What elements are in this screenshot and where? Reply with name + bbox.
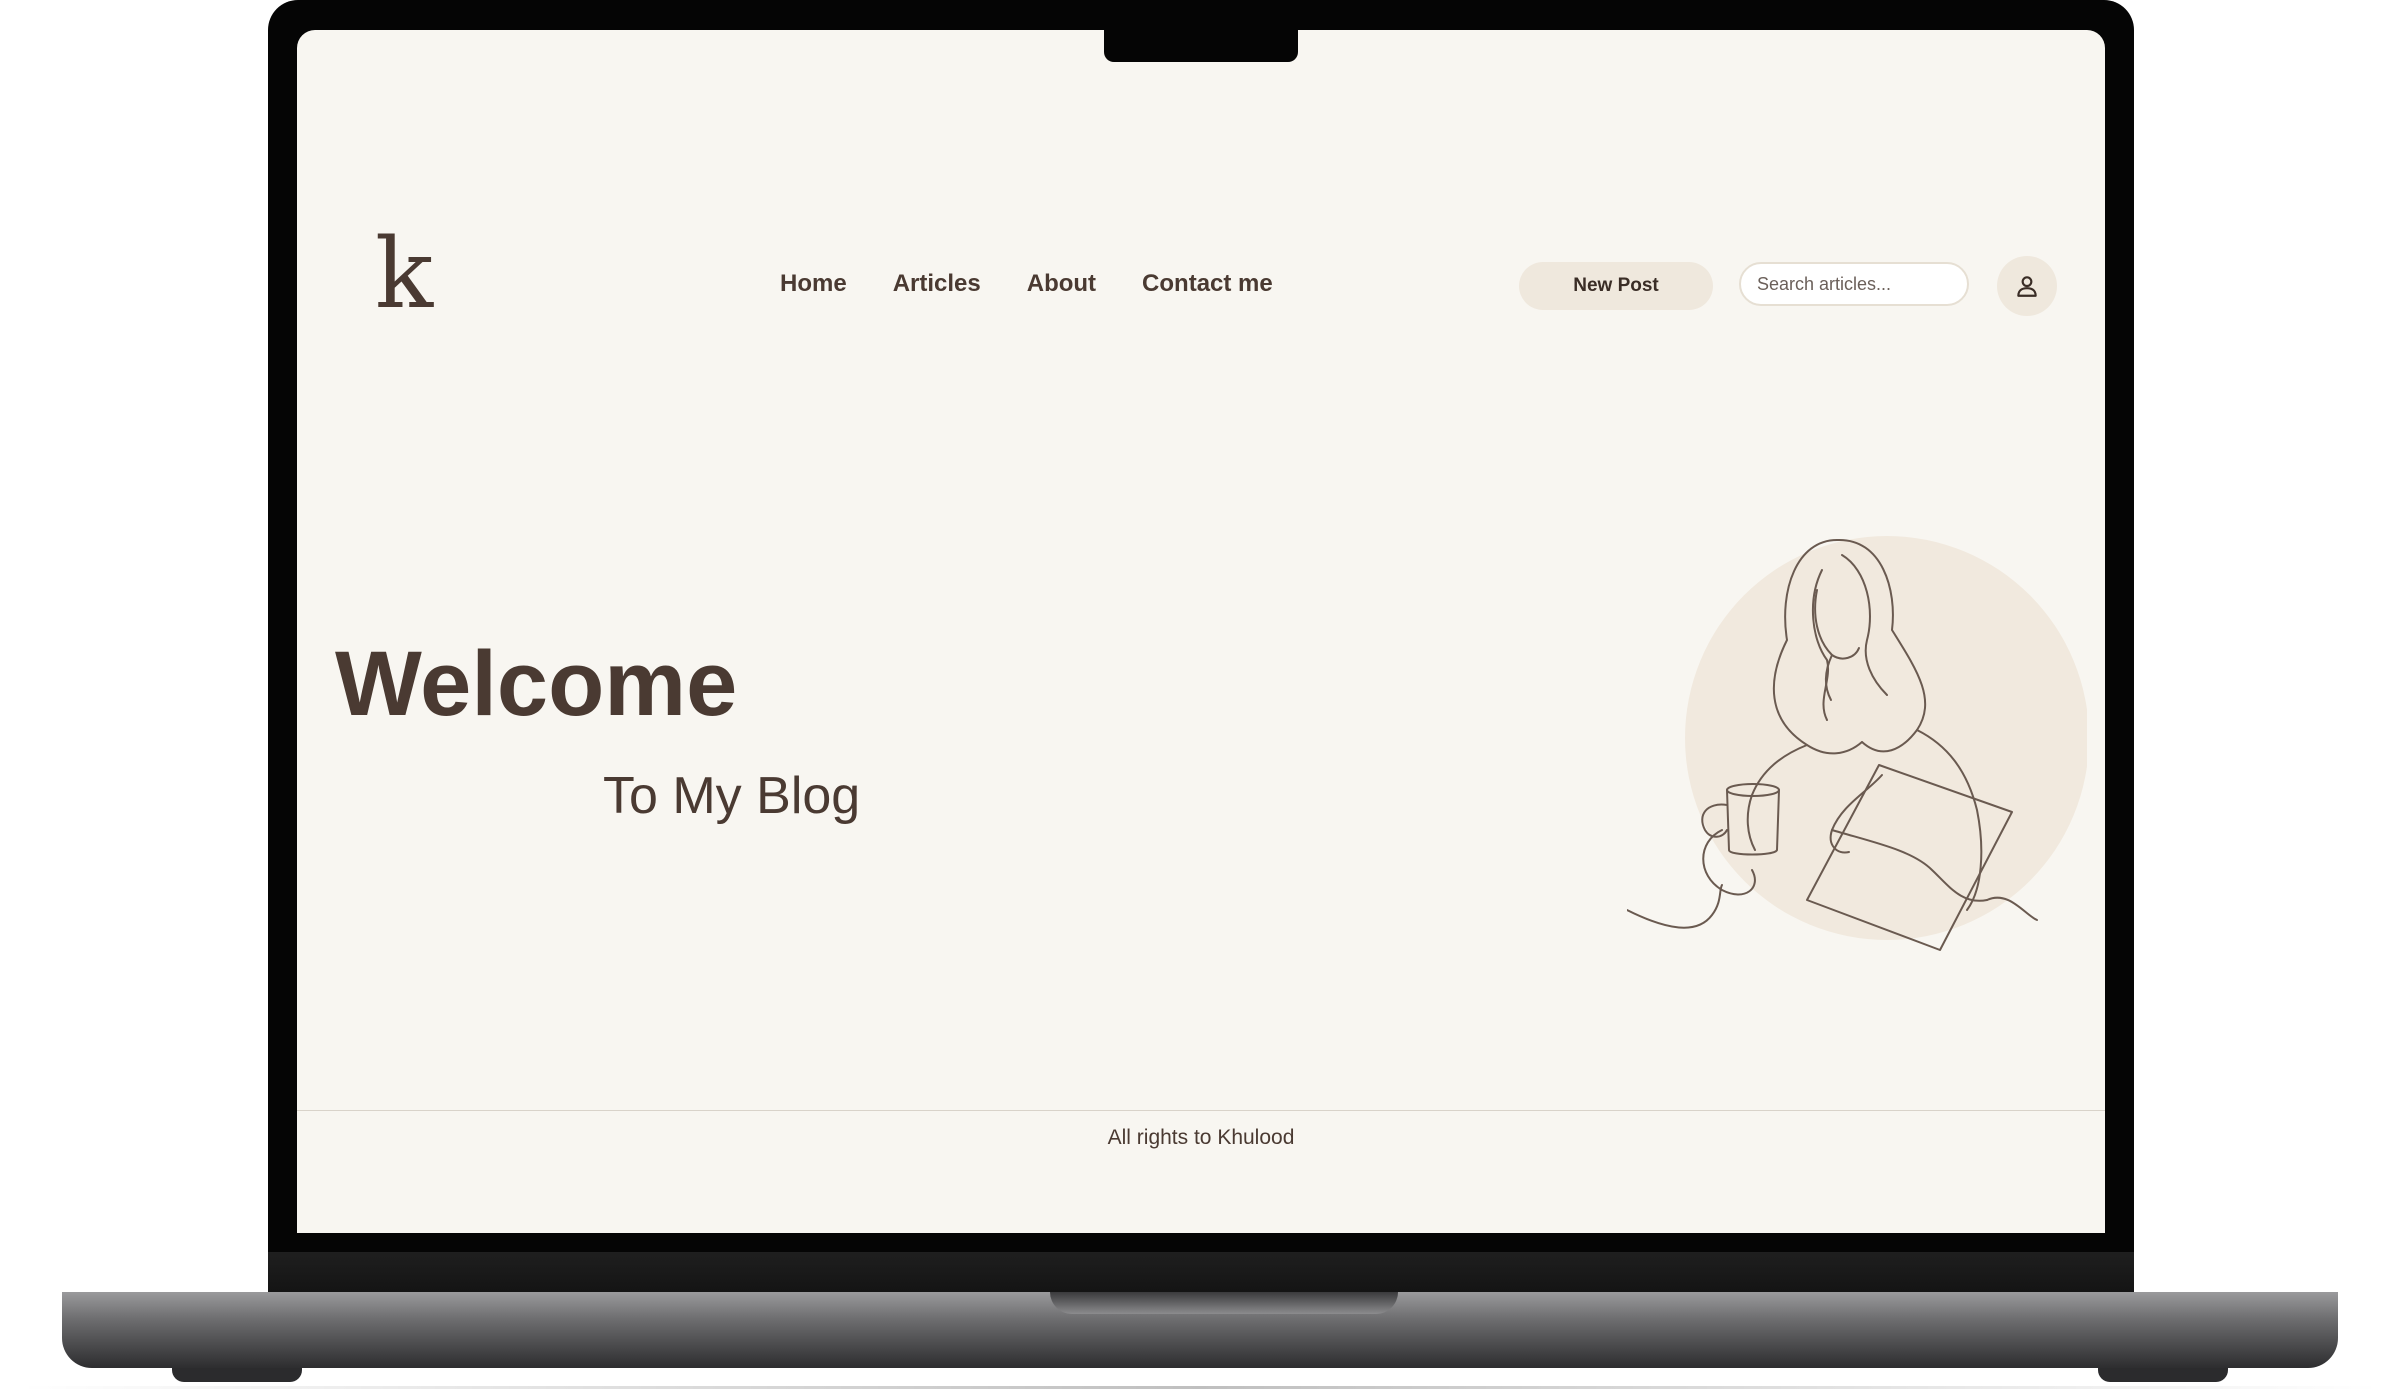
nav-home[interactable]: Home [780, 270, 847, 298]
nav-contact[interactable]: Contact me [1142, 270, 1273, 298]
search-input[interactable] [1739, 262, 1969, 306]
laptop-shadow [20, 1386, 2380, 1389]
nav-about[interactable]: About [1027, 270, 1096, 298]
nav-articles[interactable]: Articles [893, 270, 981, 298]
hero-subtitle: To My Blog [603, 767, 861, 825]
site-logo[interactable]: k [375, 226, 433, 322]
main-nav: Home Articles About Contact me [780, 270, 1273, 298]
camera-notch [1104, 30, 1298, 62]
footer-divider [297, 1110, 2105, 1111]
footer-copyright: All rights to Khulood [1107, 1126, 1295, 1149]
new-post-button[interactable]: New Post [1519, 262, 1713, 310]
laptop-mockup: k Home Articles About Contact me New Pos… [0, 0, 2400, 1393]
laptop-foot-right [2098, 1368, 2228, 1382]
laptop-foot-left [172, 1368, 302, 1382]
woman-reading-illustration-icon [1627, 536, 2087, 951]
browser-viewport: k Home Articles About Contact me New Pos… [297, 30, 2105, 1233]
user-icon [2017, 276, 2037, 297]
laptop-hinge [268, 1252, 2134, 1292]
laptop-base-notch [1050, 1292, 1398, 1314]
profile-button[interactable] [1997, 256, 2057, 316]
hero-title: Welcome [335, 633, 738, 735]
